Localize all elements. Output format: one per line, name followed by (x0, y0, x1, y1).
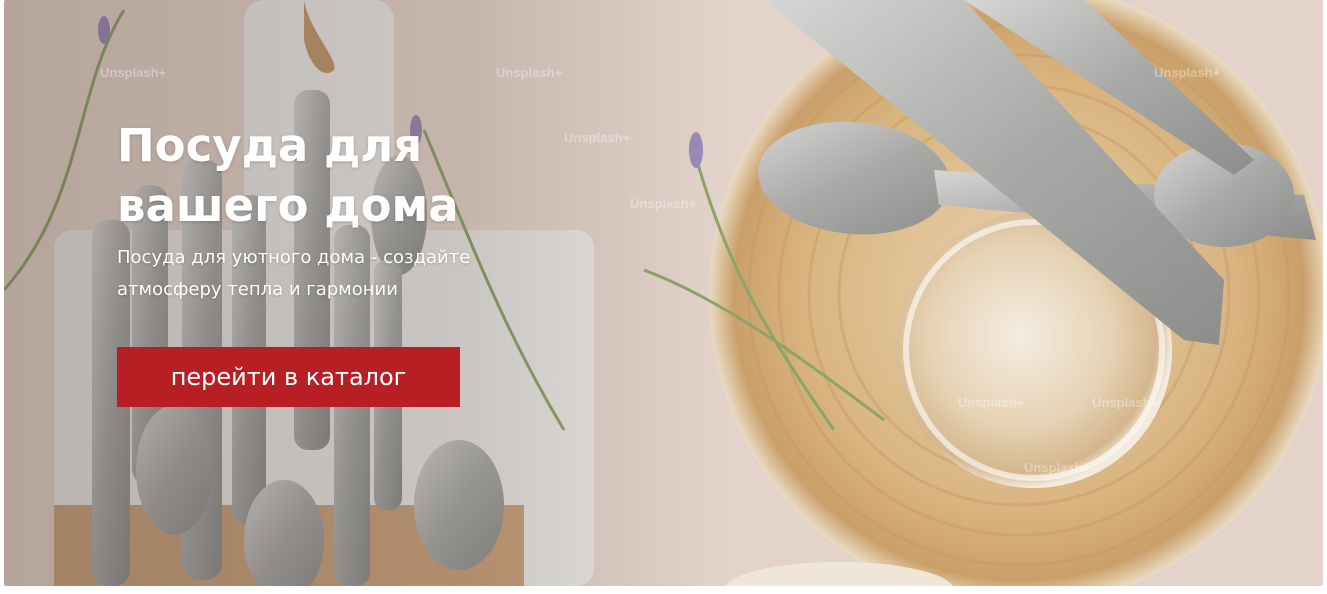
hero-subtitle-line: атмосферу тепла и гармонии (117, 279, 398, 300)
watermark-text: Unsplash+ (958, 395, 1025, 410)
watermark-text: Unsplash+ (496, 65, 563, 80)
hero-title-line: вашего дома (117, 179, 459, 232)
watermark-text: Unsplash+ (1092, 395, 1159, 410)
watermark-text: Unsplash+ (630, 196, 697, 211)
hero-title: Посуда для вашего дома (117, 116, 537, 236)
hero-subtitle: Посуда для уютного дома - создайте атмос… (117, 242, 537, 306)
watermark-text: Unsplash+ (1024, 460, 1091, 475)
watermark-text: Unsplash+ (1154, 65, 1221, 80)
watermark-text: Unsplash+ (564, 130, 631, 145)
hero-subtitle-line: Посуда для уютного дома - создайте (117, 247, 471, 268)
hero-title-line: Посуда для (117, 119, 423, 172)
go-to-catalog-button[interactable]: перейти в каталог (117, 347, 460, 407)
watermark-text: Unsplash+ (100, 65, 167, 80)
hero-banner: Unsplash+ Unsplash+ Unsplash+ Unsplash+ … (4, 0, 1323, 586)
